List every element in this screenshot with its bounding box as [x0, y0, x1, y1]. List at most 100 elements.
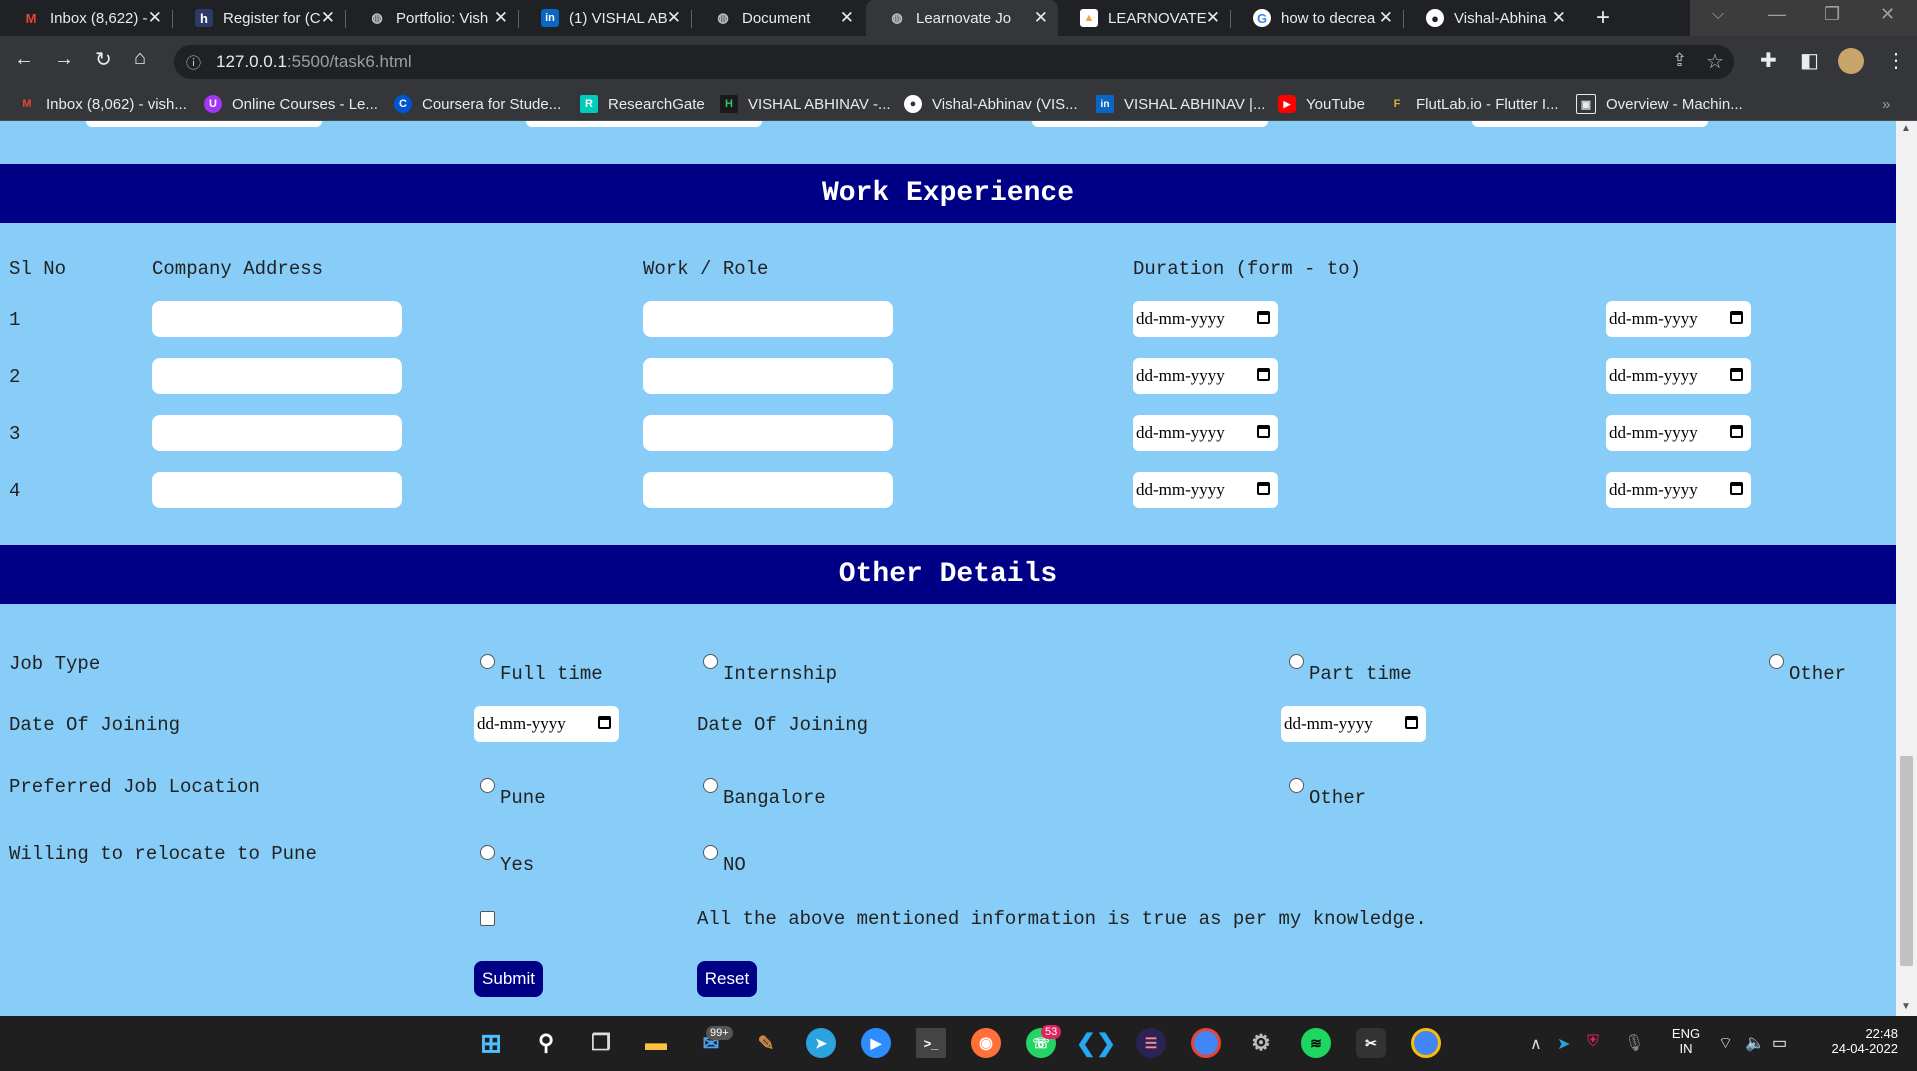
bookmark-researchgate[interactable]: R ResearchGate [580, 88, 705, 120]
tab-learnovate-jobs[interactable]: ◍ Learnovate Jo ✕ [866, 0, 1058, 36]
windows-start-icon[interactable]: ⊞ [476, 1028, 506, 1058]
work-role-input[interactable] [643, 358, 893, 394]
restore-icon[interactable]: ❐ [1824, 4, 1840, 25]
new-tab-button[interactable]: + [1596, 4, 1610, 32]
location-other-radio[interactable] [1289, 778, 1304, 793]
side-panel-icon[interactable]: ◧ [1800, 48, 1819, 73]
bookmark-flutlab[interactable]: F FlutLab.io - Flutter I... [1388, 88, 1559, 120]
declaration-checkbox[interactable] [480, 911, 495, 926]
submit-button[interactable]: Submit [474, 961, 543, 997]
bookmark-udemy[interactable]: U Online Courses - Le... [204, 88, 378, 120]
microphone-icon[interactable]: 🎙 [1624, 1033, 1644, 1053]
calendar-icon[interactable] [1730, 425, 1743, 438]
show-hidden-icons[interactable]: ∧ [1530, 1034, 1542, 1054]
duration-from-date[interactable]: dd-mm-yyyy [1133, 358, 1278, 394]
zoom-icon[interactable]: ▶ [861, 1028, 891, 1058]
forward-icon[interactable]: → [54, 48, 74, 71]
task-view-icon[interactable]: ❐ [586, 1028, 616, 1058]
work-role-input[interactable] [643, 301, 893, 337]
relocate-no-radio[interactable] [703, 845, 718, 860]
minimize-icon[interactable]: — [1768, 4, 1786, 25]
cut-off-input[interactable] [526, 121, 762, 127]
tray-mcafee-icon[interactable]: ⛨ [1587, 1033, 1599, 1051]
search-icon[interactable]: ⚲ [531, 1028, 561, 1058]
calendar-icon[interactable] [1730, 482, 1743, 495]
chrome-profile-icon[interactable] [1411, 1028, 1441, 1058]
tray-telegram-icon[interactable]: ➤ [1557, 1034, 1570, 1054]
page-scrollbar[interactable]: ▲ ▼ [1896, 121, 1917, 1016]
close-tab-icon[interactable]: ✕ [667, 8, 681, 28]
close-window-icon[interactable]: ✕ [1880, 4, 1895, 25]
duration-from-date[interactable]: dd-mm-yyyy [1133, 472, 1278, 508]
language-indicator[interactable]: ENG IN [1668, 1026, 1704, 1056]
company-address-input[interactable] [152, 472, 402, 508]
clock[interactable]: 22:48 24-04-2022 [1812, 1026, 1899, 1056]
location-pune-radio[interactable] [480, 778, 495, 793]
telegram-icon[interactable]: ➤ [806, 1028, 836, 1058]
extensions-icon[interactable]: ✚ [1760, 48, 1777, 73]
firefox-icon[interactable]: ◉ [971, 1028, 1001, 1058]
bookmark-github[interactable]: ● Vishal-Abhinav (VIS... [904, 88, 1078, 120]
eclipse-icon[interactable]: ☰ [1136, 1028, 1166, 1058]
scrollbar-thumb[interactable] [1900, 756, 1913, 966]
tab-learnovate[interactable]: ▲ LEARNOVATE ✕ [1058, 0, 1230, 36]
work-role-input[interactable] [643, 472, 893, 508]
more-bookmarks-button[interactable]: » [1882, 88, 1890, 120]
vscode-icon[interactable]: ❮❯ [1076, 1028, 1116, 1058]
duration-to-date[interactable]: dd-mm-yyyy [1606, 358, 1751, 394]
job-type-other-radio[interactable] [1769, 654, 1784, 669]
duration-to-date[interactable]: dd-mm-yyyy [1606, 415, 1751, 451]
bookmark-star-icon[interactable]: ☆ [1706, 49, 1724, 74]
close-tab-icon[interactable]: ✕ [494, 8, 508, 28]
back-icon[interactable]: ← [14, 48, 34, 71]
site-info-icon[interactable]: ⓘ [186, 52, 201, 73]
snipping-tool-icon[interactable]: ✂ [1356, 1028, 1386, 1058]
calendar-icon[interactable] [1730, 368, 1743, 381]
tab-search-icon[interactable]: ⌵ [1712, 6, 1724, 24]
close-tab-icon[interactable]: ✕ [1552, 8, 1566, 28]
duration-to-date[interactable]: dd-mm-yyyy [1606, 301, 1751, 337]
bookmark-gmail[interactable]: M Inbox (8,062) - vish... [18, 88, 187, 120]
tab-document[interactable]: ◍ Document ✕ [692, 0, 864, 36]
bookmark-hackerrank[interactable]: H VISHAL ABHINAV -... [720, 88, 891, 120]
company-address-input[interactable] [152, 358, 402, 394]
location-bangalore-radio[interactable] [703, 778, 718, 793]
job-type-part-time-radio[interactable] [1289, 654, 1304, 669]
close-tab-icon[interactable]: ✕ [1206, 8, 1220, 28]
battery-icon[interactable]: ▭ [1772, 1033, 1787, 1053]
close-tab-icon[interactable]: ✕ [321, 8, 335, 28]
volume-icon[interactable]: 🔈 [1745, 1033, 1765, 1053]
close-tab-icon[interactable]: ✕ [840, 8, 854, 28]
scroll-down-icon[interactable]: ▼ [1901, 1001, 1911, 1012]
scroll-up-icon[interactable]: ▲ [1901, 123, 1911, 134]
calendar-icon[interactable] [1257, 425, 1270, 438]
calendar-icon[interactable] [1257, 311, 1270, 324]
reload-icon[interactable]: ↻ [95, 47, 112, 72]
tab-google-search[interactable]: G how to decrea ✕ [1231, 0, 1403, 36]
company-address-input[interactable] [152, 415, 402, 451]
reset-button[interactable]: Reset [697, 961, 757, 997]
calendar-icon[interactable] [1257, 368, 1270, 381]
file-explorer-icon[interactable]: ▬ [641, 1028, 671, 1058]
cut-off-input[interactable] [1472, 121, 1708, 127]
bookmark-coursera[interactable]: C Coursera for Stude... [394, 88, 561, 120]
tab-linkedin[interactable]: in (1) VISHAL AB ✕ [519, 0, 691, 36]
bookmark-overview[interactable]: ▣ Overview - Machin... [1576, 88, 1743, 120]
bookmark-youtube[interactable]: ▶ YouTube [1278, 88, 1365, 120]
date-of-joining-input-2[interactable]: dd-mm-yyyy [1281, 706, 1426, 742]
wifi-icon[interactable]: ⌔ [1718, 1033, 1733, 1053]
job-type-internship-radio[interactable] [703, 654, 718, 669]
tab-portfolio[interactable]: ◍ Portfolio: Vish ✕ [346, 0, 518, 36]
close-tab-icon[interactable]: ✕ [1034, 8, 1048, 28]
duration-from-date[interactable]: dd-mm-yyyy [1133, 301, 1278, 337]
duration-to-date[interactable]: dd-mm-yyyy [1606, 472, 1751, 508]
calendar-icon[interactable] [1405, 716, 1418, 729]
tab-register[interactable]: h Register for (C ✕ [173, 0, 345, 36]
calendar-icon[interactable] [1257, 482, 1270, 495]
tab-github[interactable]: ● Vishal-Abhina ✕ [1404, 0, 1576, 36]
profile-avatar[interactable] [1838, 48, 1864, 74]
close-tab-icon[interactable]: ✕ [148, 8, 162, 28]
spotify-icon[interactable]: ≋ [1301, 1028, 1331, 1058]
paint-icon[interactable]: ✎ [751, 1028, 781, 1058]
relocate-yes-radio[interactable] [480, 845, 495, 860]
